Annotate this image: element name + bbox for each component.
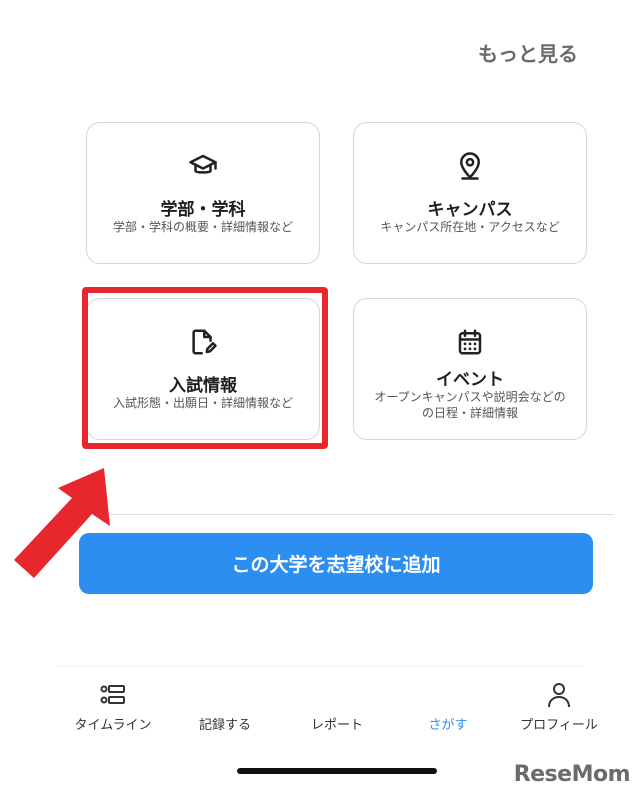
card-event-desc: オープンキャンパスや説明会などの の日程・詳細情報 [360,389,580,421]
card-event[interactable]: イベント オープンキャンパスや説明会などの の日程・詳細情報 [353,298,587,440]
add-to-wishlist-button[interactable]: この大学を志望校に追加 [79,533,593,594]
location-pin-icon [354,151,586,181]
tab-report-label: レポート [310,718,363,733]
card-faculty-desc: 学部・学科の概要・詳細情報など [112,220,293,234]
divider [110,514,614,515]
card-faculty-title: 学部・学科 [160,200,246,220]
tab-search[interactable]: さがす [393,682,503,733]
tab-record-label: 記録する [198,718,251,733]
person-icon [504,682,614,708]
tab-profile-label: プロフィール [520,718,598,733]
card-campus-title: キャンパス [427,200,513,220]
card-event-title: イベント [436,370,504,390]
tab-timeline-label: タイムライン [74,718,152,733]
tab-record[interactable]: 記録する [170,682,280,733]
card-event-desc-line1: オープンキャンパスや説明会などの [374,390,566,404]
tab-profile[interactable]: プロフィール [504,682,614,733]
more-link[interactable]: もっと見る [478,38,578,67]
calendar-icon [354,327,586,357]
tab-search-label: さがす [428,718,468,733]
timeline-icon [58,682,168,708]
card-campus[interactable]: キャンパス キャンパス所在地・アクセスなど [353,122,587,264]
watermark-logo: ReseMom [513,762,631,787]
home-indicator [237,768,437,774]
graduation-cap-icon [87,151,319,181]
highlight-frame [82,287,328,449]
card-event-desc-line2: の日程・詳細情報 [421,406,518,420]
tab-report[interactable]: レポート [282,682,392,733]
card-faculty[interactable]: 学部・学科 学部・学科の概要・詳細情報など [86,122,320,264]
card-campus-desc: キャンパス所在地・アクセスなど [380,220,560,234]
tab-timeline[interactable]: タイムライン [58,682,168,733]
tabbar-divider [56,666,584,667]
